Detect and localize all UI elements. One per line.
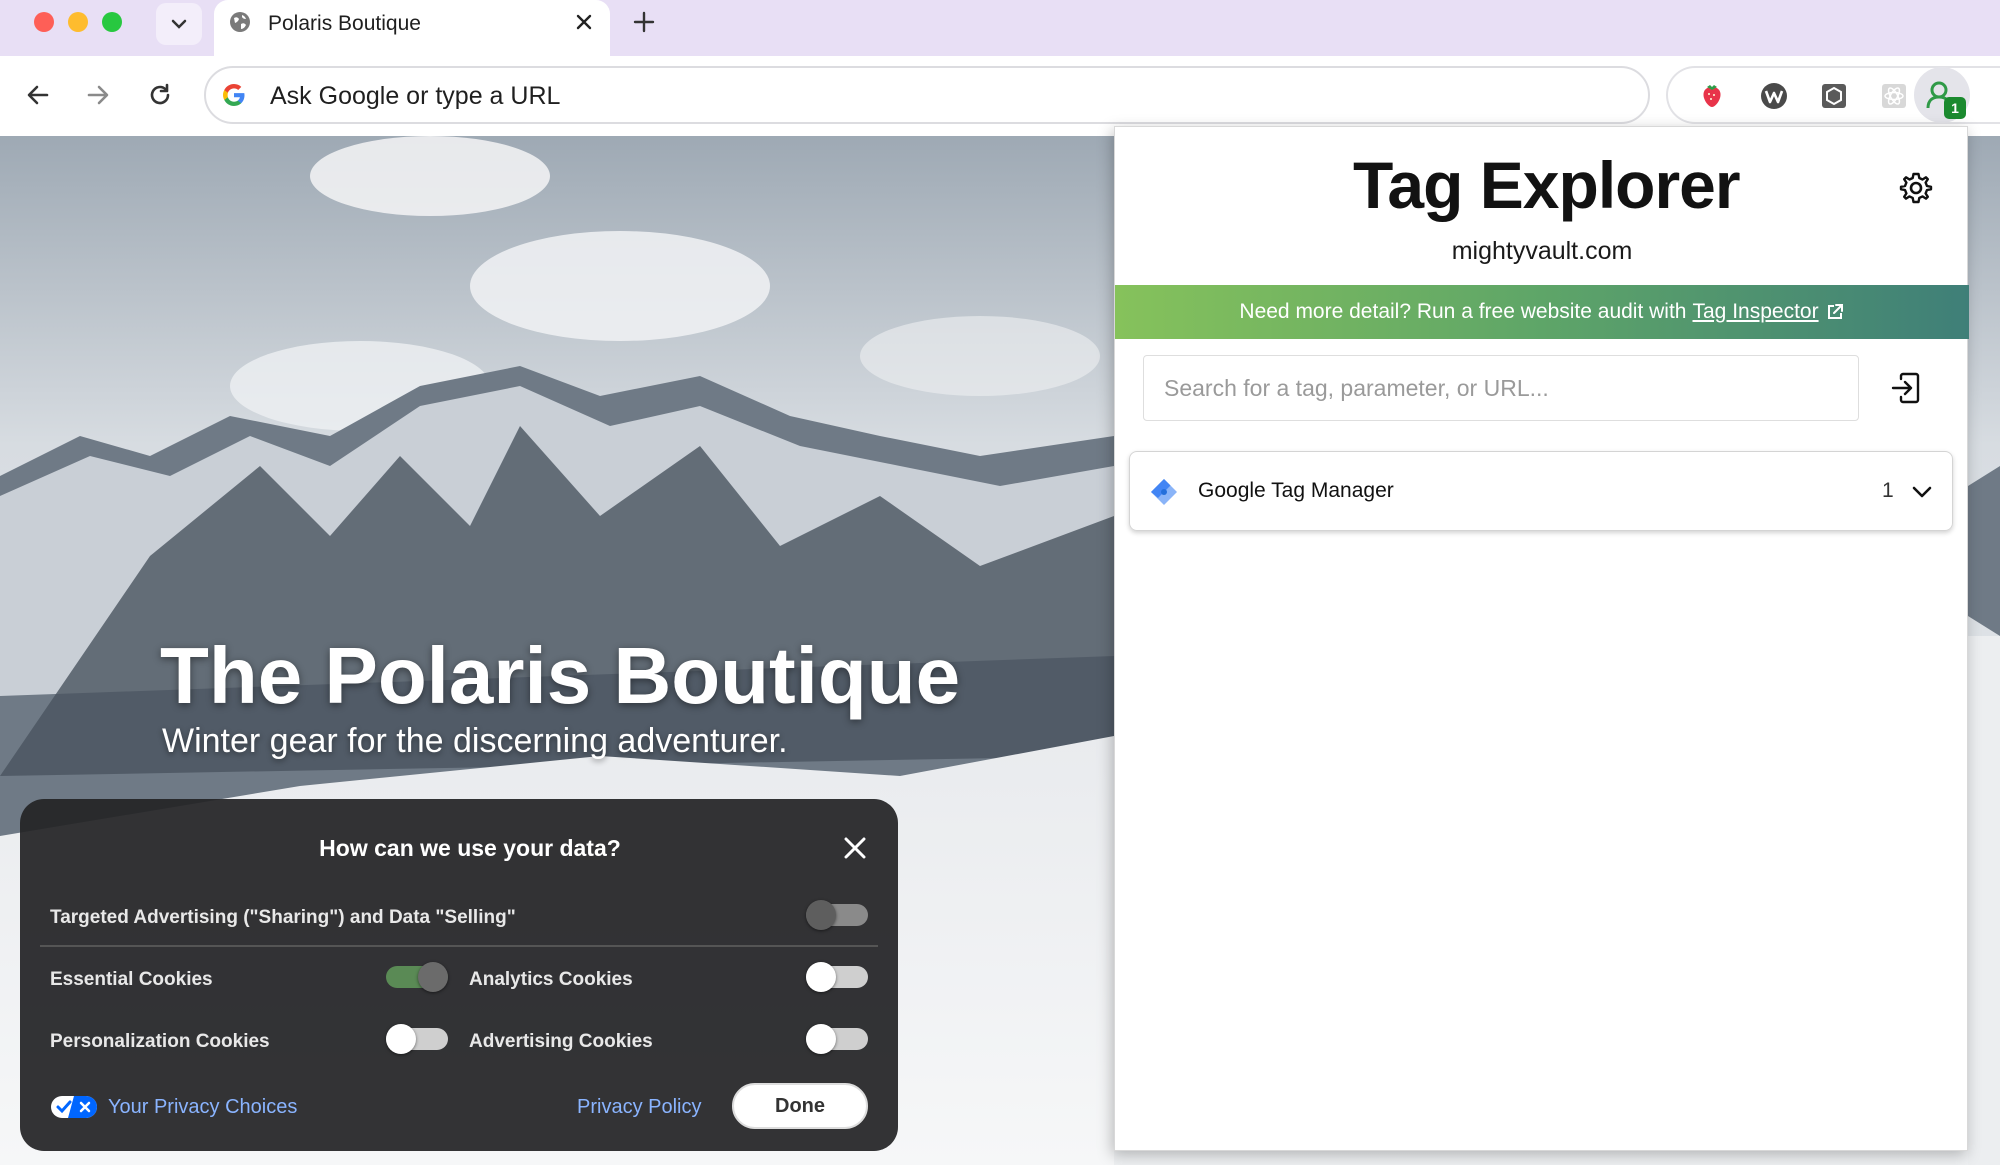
address-bar-placeholder: Ask Google or type a URL: [270, 82, 561, 110]
cookie-divider: [40, 945, 878, 947]
tag-explorer-extension-button[interactable]: 1: [1914, 67, 1970, 123]
forward-button[interactable]: [78, 75, 118, 115]
w-logo-icon: [1761, 83, 1787, 109]
tab-polaris-boutique[interactable]: Polaris Boutique: [214, 0, 610, 56]
hero-title: The Polaris Boutique: [160, 631, 961, 720]
strawberry-icon: [1703, 85, 1721, 107]
settings-gear-icon[interactable]: [1899, 171, 1933, 205]
reload-icon: [150, 83, 170, 105]
import-icon[interactable]: [1889, 371, 1923, 405]
tab-title: Polaris Boutique: [268, 12, 421, 35]
logo-text: Tag Explorer: [1353, 148, 1741, 222]
arrow-left-icon: [27, 85, 49, 105]
minimize-window-button[interactable]: [68, 12, 88, 32]
tag-search-placeholder: Search for a tag, parameter, or URL...: [1164, 375, 1549, 401]
done-button[interactable]: Done: [732, 1083, 868, 1129]
react-icon: [1882, 84, 1906, 108]
your-privacy-choices-link[interactable]: Your Privacy Choices: [50, 1095, 297, 1119]
cookie-consent-banner: How can we use your data? Targeted Adver…: [20, 799, 898, 1151]
essential-cookies-toggle[interactable]: [386, 962, 448, 992]
essential-cookies-label: Essential Cookies: [50, 969, 213, 990]
strawberry-extension-button[interactable]: [1692, 76, 1732, 116]
analytics-cookies-label: Analytics Cookies: [469, 969, 633, 990]
tag-count-badge: 1: [1944, 97, 1966, 119]
globe-icon: [230, 12, 250, 32]
privacy-choices-text: Your Privacy Choices: [108, 1095, 298, 1118]
hexagon-extension-button[interactable]: [1814, 76, 1854, 116]
current-domain: mightyvault.com: [1451, 237, 1633, 265]
maximize-window-button[interactable]: [102, 12, 122, 32]
close-window-button[interactable]: [34, 12, 54, 32]
personalization-cookies-label: Personalization Cookies: [50, 1031, 270, 1052]
wappalyzer-extension-button[interactable]: [1754, 76, 1794, 116]
tab-search-button[interactable]: [156, 3, 202, 45]
plus-icon: [633, 11, 655, 33]
promo-banner: Need more detail? Run a free website aud…: [1115, 285, 1969, 339]
analytics-cookies-toggle[interactable]: [806, 962, 868, 992]
tag-row-google-tag-manager[interactable]: Google Tag Manager 1: [1129, 451, 1953, 531]
tag-explorer-popup: Tag Explorer mightyvault.com Need more d…: [1114, 126, 1969, 1151]
targeted-advertising-toggle[interactable]: [806, 900, 868, 930]
tag-count: 1: [1882, 479, 1894, 502]
chevron-down-icon[interactable]: [1910, 480, 1934, 504]
tab-strip: Polaris Boutique: [0, 0, 2000, 56]
tag-search-input[interactable]: Search for a tag, parameter, or URL...: [1143, 355, 1859, 421]
tag-name: Google Tag Manager: [1198, 479, 1394, 502]
promo-text: Need more detail? Run a free website aud…: [1239, 300, 1687, 323]
advertising-cookies-label: Advertising Cookies: [469, 1031, 653, 1052]
react-devtools-extension-button[interactable]: [1874, 76, 1914, 116]
cookie-close-button[interactable]: [836, 829, 874, 867]
google-tag-manager-icon: [1151, 479, 1177, 505]
advertising-cookies-toggle[interactable]: [806, 1024, 868, 1054]
targeted-advertising-label: Targeted Advertising ("Sharing") and Dat…: [50, 907, 516, 928]
tag-inspector-link[interactable]: Tag Inspector: [1693, 300, 1819, 324]
tag-explorer-logo: Tag Explorer: [1353, 133, 1753, 233]
close-icon: [576, 14, 592, 30]
hexagon-icon: [1822, 84, 1846, 108]
close-icon: [844, 837, 866, 859]
hero-subtitle: Winter gear for the discerning adventure…: [162, 722, 788, 760]
external-link-icon: [1827, 304, 1843, 319]
chevron-down-icon: [171, 19, 187, 29]
tab-close-button[interactable]: [570, 8, 598, 36]
privacy-choices-icon: [51, 1096, 97, 1118]
reload-button[interactable]: [140, 75, 180, 115]
extensions-area: 1: [1666, 66, 2000, 124]
personalization-cookies-toggle[interactable]: [386, 1024, 448, 1054]
cookie-banner-title: How can we use your data?: [319, 835, 621, 861]
arrow-right-icon: [87, 85, 109, 105]
google-logo-icon: [223, 84, 245, 106]
address-bar[interactable]: Ask Google or type a URL: [204, 66, 1650, 124]
privacy-policy-link[interactable]: Privacy Policy: [577, 1096, 701, 1119]
back-button[interactable]: [18, 75, 58, 115]
browser-toolbar: Ask Google or type a URL 1: [0, 56, 2000, 136]
new-tab-button[interactable]: [628, 6, 660, 38]
